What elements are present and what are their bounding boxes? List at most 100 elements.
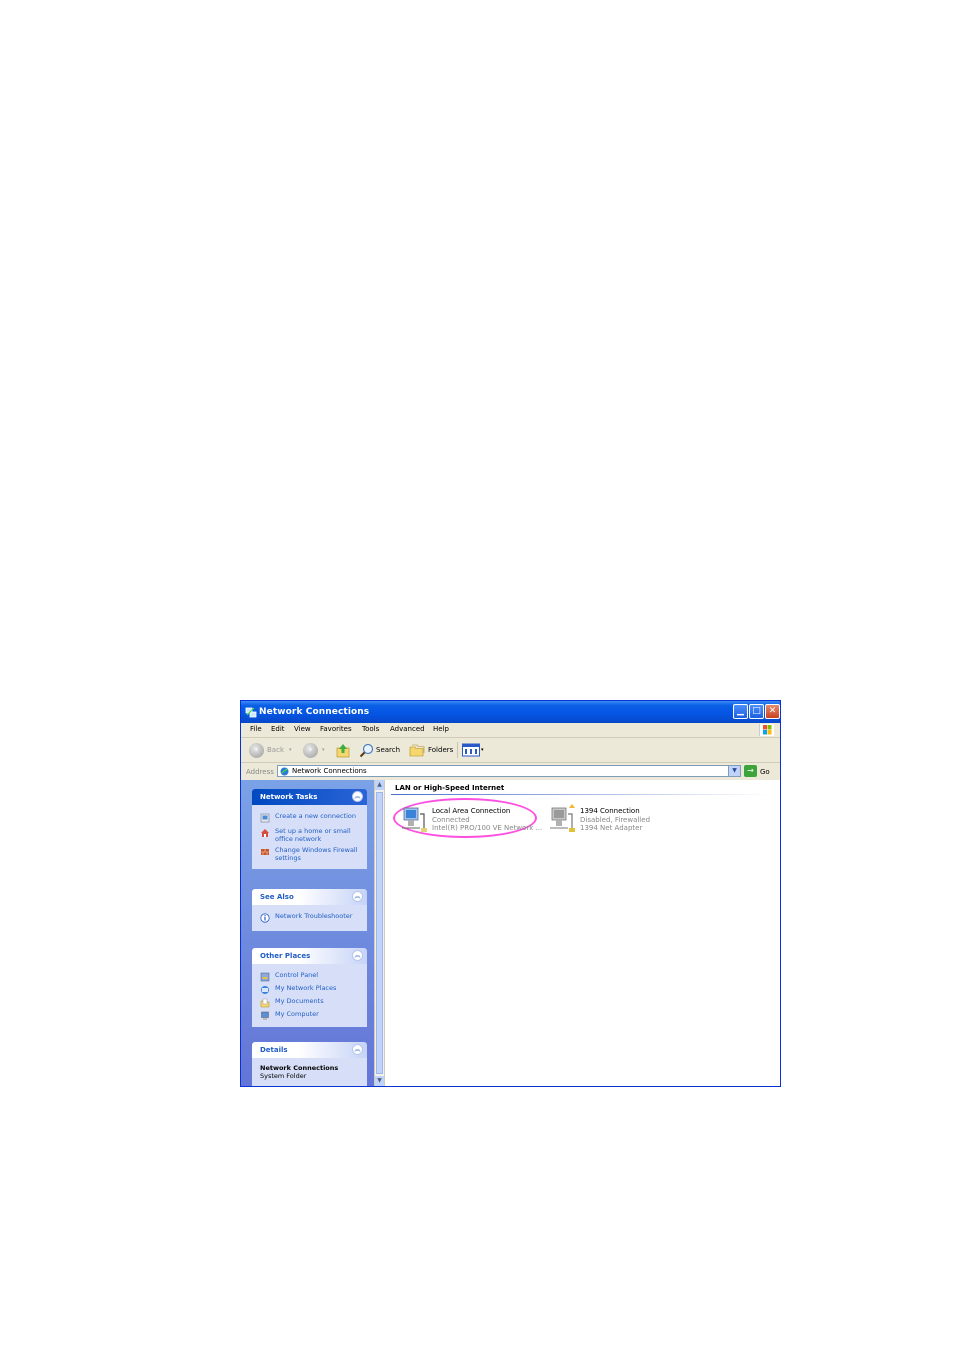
other-places-panel: Other Places ︽ Control Panel My Network …	[252, 948, 367, 1027]
connection-name: 1394 Connection	[580, 807, 640, 815]
folders-icon	[409, 744, 425, 756]
menu-file[interactable]: File	[250, 725, 262, 733]
task-label: Set up a home or small office network	[275, 827, 351, 843]
panel-body: Network Connections System Folder	[252, 1058, 367, 1086]
views-button[interactable]: ▾	[462, 742, 484, 758]
task-home-network[interactable]: Set up a home or small office network	[260, 827, 363, 843]
dropdown-arrow-icon: ▾	[289, 747, 292, 753]
connections-view: LAN or High-Speed Internet Local Area Co…	[385, 780, 780, 1086]
1394-connection-icon	[550, 804, 575, 832]
address-label: Address	[246, 768, 274, 776]
scroll-down-button[interactable]: ▼	[375, 1076, 384, 1086]
see-also-panel: See Also ︽ Network Troubleshooter	[252, 889, 367, 931]
menu-edit[interactable]: Edit	[271, 725, 285, 733]
search-button[interactable]: Search	[359, 742, 400, 758]
other-places-header[interactable]: Other Places ︽	[252, 948, 367, 964]
details-header[interactable]: Details ︽	[252, 1042, 367, 1058]
dropdown-arrow-icon: ▾	[481, 747, 484, 753]
details-type: System Folder	[260, 1072, 307, 1080]
network-places-icon	[261, 986, 269, 994]
my-documents-icon	[260, 998, 270, 1008]
connection-status: Disabled, Firewalled	[580, 815, 651, 824]
panel-title: See Also	[260, 893, 294, 901]
minimize-icon: ▁	[737, 706, 744, 716]
see-also-header[interactable]: See Also ︽	[252, 889, 367, 905]
connection-name: Local Area Connection	[432, 807, 511, 815]
link-label: My Computer	[275, 1010, 319, 1018]
panel-title: Details	[260, 1046, 288, 1054]
address-input[interactable]: Network Connections ▼	[277, 765, 741, 777]
go-button[interactable]: →	[744, 765, 757, 777]
link-label: Network Troubleshooter	[275, 912, 353, 920]
connection-1394[interactable]: 1394 Connection Disabled, Firewalled 139…	[550, 804, 651, 833]
link-my-computer[interactable]: My Computer	[260, 1010, 363, 1020]
menu-advanced[interactable]: Advanced	[390, 725, 425, 733]
details-name: Network Connections	[260, 1064, 339, 1072]
windows-logo-icon	[759, 724, 774, 736]
panel-body: Control Panel My Network Places My Docum…	[252, 964, 367, 1027]
address-bar: Address Network Connections ▼ → Go	[241, 763, 780, 781]
window-title: Network Connections	[259, 707, 370, 717]
scroll-up-button[interactable]: ▲	[375, 780, 384, 790]
link-my-network-places[interactable]: My Network Places	[260, 984, 363, 994]
collapse-chevron-icon[interactable]: ︽	[352, 791, 363, 802]
panel-title: Other Places	[260, 952, 311, 960]
link-control-panel[interactable]: Control Panel	[260, 971, 363, 982]
connection-local-area[interactable]: Local Area Connection Connected Intel(R)…	[402, 807, 543, 833]
link-my-documents[interactable]: My Documents	[260, 997, 363, 1008]
title-bar[interactable]: Network Connections ▁ □ ✕	[241, 701, 780, 723]
views-icon	[462, 743, 480, 757]
collapse-chevron-icon[interactable]: ︽	[352, 950, 363, 961]
close-icon: ✕	[768, 706, 777, 716]
go-label[interactable]: Go	[760, 768, 770, 776]
link-network-troubleshooter[interactable]: Network Troubleshooter	[260, 912, 363, 924]
network-tasks-panel: Network Tasks ︽ Create a new connection	[252, 789, 367, 869]
panel-title: Network Tasks	[260, 793, 318, 801]
maximize-button[interactable]: □	[749, 704, 764, 719]
forward-button[interactable]: › ▾	[303, 742, 325, 758]
menu-favorites[interactable]: Favorites	[320, 725, 352, 733]
menu-help[interactable]: Help	[433, 725, 449, 733]
folders-button[interactable]: Folders	[409, 742, 453, 758]
back-label: Back	[267, 746, 284, 754]
network-tasks-header[interactable]: Network Tasks ︽	[252, 789, 367, 805]
scroll-thumb[interactable]	[376, 792, 383, 1074]
address-dropdown-button[interactable]: ▼	[728, 766, 740, 776]
task-label: Create a new connection	[275, 812, 357, 820]
panel-body: Network Troubleshooter	[252, 905, 367, 931]
task-pane-scrollbar[interactable]: ▲ ▼	[374, 780, 385, 1086]
close-button[interactable]: ✕	[765, 704, 780, 719]
back-arrow-icon: ‹	[249, 742, 264, 758]
connection-device: Intel(R) PRO/100 VE Network ...	[432, 824, 543, 832]
new-connection-icon	[260, 813, 270, 823]
connection-status: Connected	[432, 815, 470, 824]
home-network-icon	[261, 829, 269, 837]
search-label: Search	[376, 746, 401, 754]
connection-device: 1394 Net Adapter	[580, 824, 643, 832]
chevron-down-icon: ▼	[732, 767, 737, 774]
collapse-chevron-icon[interactable]: ︽	[352, 891, 363, 902]
panel-body: Create a new connection Set up a home or…	[252, 805, 367, 869]
menu-view[interactable]: View	[294, 725, 311, 733]
task-pane: Network Tasks ︽ Create a new connection	[241, 780, 374, 1086]
chevron-down-icon: ▼	[377, 1077, 382, 1084]
back-button[interactable]: ‹ Back ▾	[249, 742, 292, 758]
link-label: My Network Places	[275, 984, 337, 992]
lan-connection-icon	[402, 807, 427, 832]
details-panel: Details ︽ Network Connections System Fol…	[252, 1042, 367, 1086]
standard-toolbar: ‹ Back ▾ › ▾ Search Folders ▾	[241, 738, 780, 763]
group-header: LAN or High-Speed Internet	[395, 784, 505, 792]
task-create-connection[interactable]: Create a new connection	[260, 812, 363, 824]
network-connections-icon	[280, 767, 289, 776]
dropdown-arrow-icon: ▾	[322, 747, 325, 753]
network-connections-icon	[245, 707, 257, 718]
menu-tools[interactable]: Tools	[362, 725, 379, 733]
network-connections-window: Network Connections ▁ □ ✕ File Edit View…	[240, 700, 781, 1087]
task-firewall-settings[interactable]: Change Windows Firewall settings	[260, 846, 363, 862]
minimize-button[interactable]: ▁	[733, 704, 748, 719]
up-folder-button[interactable]	[336, 742, 350, 758]
link-label: Control Panel	[275, 971, 319, 979]
toolbar-separator	[457, 742, 458, 758]
collapse-chevron-icon[interactable]: ︽	[352, 1044, 363, 1055]
address-value: Network Connections	[292, 767, 367, 775]
